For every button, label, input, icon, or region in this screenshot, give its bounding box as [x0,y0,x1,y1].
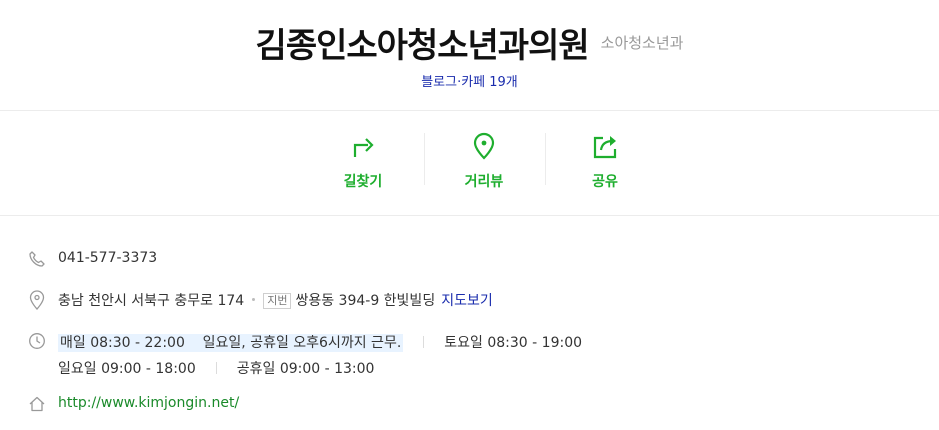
hours-line-2: 일요일 09:00 - 18:00 공휴일 09:00 - 13:00 [58,358,374,378]
hours-weekday: 매일 08:30 - 22:00 [60,335,185,351]
map-view-link[interactable]: 지도보기 [441,293,493,309]
phone-number[interactable]: 041-577-3373 [58,250,157,266]
home-icon [29,396,45,412]
hours-sunday: 일요일 09:00 - 18:00 [58,361,196,377]
hours-holiday: 공휴일 09:00 - 13:00 [236,361,375,377]
place-category: 소아청소년과 [600,34,684,52]
action-bar: 길찾기 거리뷰 공유 [0,111,939,216]
hours-note: 일요일, 공휴일 오후6시까지 근무. [202,335,402,351]
phone-row: 041-577-3373 [28,250,908,270]
phone-icon [29,251,45,267]
road-address: 충남 천안시 서북구 충무로 174 [58,293,245,309]
hours-divider [423,336,425,348]
streetview-button[interactable]: 거리뷰 [424,111,544,215]
share-icon [593,136,617,159]
directions-icon [353,138,374,157]
separator-dot [252,298,256,301]
hours-divider [215,362,217,374]
map-pin-icon [473,132,495,160]
directions-button[interactable]: 길찾기 [303,111,423,215]
location-icon [29,290,45,310]
clock-icon [29,333,45,349]
blog-cafe-review-link[interactable]: 블로그·카페 19개 [0,71,939,90]
share-label: 공유 [592,174,618,190]
directions-label: 길찾기 [343,174,383,190]
place-header: 김종인소아청소년과의원 소아청소년과 블로그·카페 19개 [0,0,939,111]
hours-line-1: 매일 08:30 - 22:00 일요일, 공휴일 오후6시까지 근무. 토요일 … [58,332,582,352]
address-row: 충남 천안시 서북구 충무로 174 지번 쌍용동 394-9 한빛빌딩 지도보기 [28,290,908,310]
hours-saturday: 토요일 08:30 - 19:00 [444,335,583,351]
share-button[interactable]: 공유 [545,111,665,215]
jibun-address: 쌍용동 394-9 한빛빌딩 [295,293,436,309]
place-title: 김종인소아청소년과의원 [255,26,590,66]
address-text: 충남 천안시 서북구 충무로 174 지번 쌍용동 394-9 한빛빌딩 지도보기 [58,290,493,310]
website-link[interactable]: http://www.kimjongin.net/ [58,395,239,411]
website-row: http://www.kimjongin.net/ [28,395,908,415]
hours-weekday-highlight: 매일 08:30 - 22:00 일요일, 공휴일 오후6시까지 근무. [58,334,404,352]
title-row: 김종인소아청소년과의원 소아청소년과 [0,18,939,67]
jibun-badge: 지번 [263,293,292,309]
hours-block: 매일 08:30 - 22:00 일요일, 공휴일 오후6시까지 근무. 토요일 … [28,332,908,378]
streetview-label: 거리뷰 [464,174,504,190]
